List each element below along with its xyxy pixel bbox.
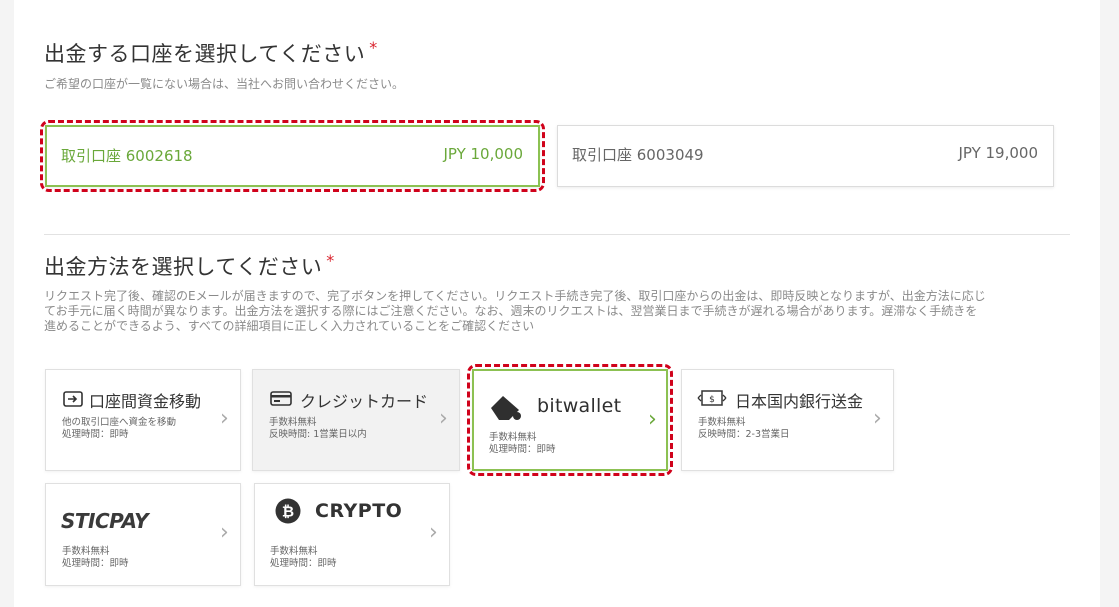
method-meta: 他の取引口座へ資金を移動 処理時間：即時 [62, 417, 176, 441]
method-card-transfer[interactable]: 口座間資金移動 他の取引口座へ資金を移動 処理時間：即時 › [45, 369, 241, 471]
svg-text:₿: ₿ [282, 503, 294, 521]
method-title: CRYPTO [315, 500, 403, 522]
account-name: 取引口座 6003049 [572, 146, 704, 164]
method-meta-line: 手数料無料 [270, 546, 318, 557]
method-meta: 手数料無料 反映時間：2-3営業日 [698, 417, 790, 441]
method-card-sticpay[interactable]: STICPAY 手数料無料 処理時間：即時 › [45, 483, 241, 586]
chevron-right-icon: › [429, 520, 438, 545]
account-balance: JPY 19,000 [958, 144, 1038, 162]
account-balance: JPY 10,000 [443, 145, 523, 163]
account-title-text: 出金する口座を選択してください [44, 42, 366, 66]
method-meta: 手数料無料 反映時間: 1営業日以内 [269, 417, 367, 441]
withdrawal-panel: 出金する口座を選択してください * ご希望の口座が一覧にない場合は、当社へお問い合… [14, 0, 1100, 607]
method-meta-line: 処理時間：即時 [270, 558, 337, 569]
method-section-description: リクエスト完了後、確認のEメールが届きますので、完了ボタンを押してください。リク… [44, 289, 1074, 334]
account-name: 取引口座 6002618 [61, 147, 193, 165]
method-meta-line: 他の取引口座へ資金を移動 [62, 417, 177, 428]
account-option-6003049[interactable]: 取引口座 6003049 JPY 19,000 [557, 125, 1054, 187]
description-line: てお手元に届く時間が異なります。出金方法を選択する際にはご注意ください。なお、週… [44, 304, 978, 318]
method-card-bank-transfer[interactable]: $ 日本国内銀行送金 手数料無料 反映時間：2-3営業日 › [681, 369, 894, 471]
required-mark: * [369, 38, 378, 57]
section-divider [44, 234, 1070, 235]
method-meta-line: 処理時間：即時 [62, 429, 129, 440]
chevron-right-icon: › [220, 406, 229, 431]
method-meta-line: 手数料無料 [62, 546, 110, 557]
description-line: リクエスト完了後、確認のEメールが届きますので、完了ボタンを押してください。リク… [44, 289, 986, 303]
svg-text:$: $ [709, 395, 715, 405]
chevron-right-icon: › [220, 520, 229, 545]
method-title: 口座間資金移動 [89, 392, 202, 411]
bitwallet-logo-icon [491, 396, 521, 420]
account-section-title: 出金する口座を選択してください * [44, 38, 378, 68]
credit-card-icon [270, 391, 292, 406]
description-line: 進めることができるよう、すべての詳細項目に正しく入力されていることをご確認くださ… [44, 319, 535, 333]
required-mark: * [326, 251, 335, 270]
method-meta-line: 反映時間: 1営業日以内 [269, 429, 367, 440]
method-meta: 手数料無料 処理時間：即時 [62, 546, 129, 570]
account-option-6002618[interactable]: 取引口座 6002618 JPY 10,000 [45, 125, 540, 187]
method-meta: 手数料無料 処理時間：即時 [270, 546, 337, 570]
chevron-right-icon: › [648, 407, 657, 432]
method-meta: 手数料無料 処理時間：即時 [489, 432, 556, 456]
method-title: クレジットカード [300, 392, 429, 411]
method-card-bitwallet[interactable]: bitwallet 手数料無料 処理時間：即時 › [472, 369, 668, 471]
method-card-credit-card[interactable]: クレジットカード 手数料無料 反映時間: 1営業日以内 › [252, 369, 460, 471]
method-meta-line: 手数料無料 [489, 432, 537, 443]
chevron-right-icon: › [873, 406, 882, 431]
banknote-icon: $ [697, 390, 727, 406]
method-card-crypto[interactable]: ₿ CRYPTO 手数料無料 処理時間：即時 › [254, 483, 450, 586]
method-meta-line: 処理時間：即時 [62, 558, 129, 569]
sticpay-logo: STICPAY [61, 509, 149, 533]
method-meta-line: 手数料無料 [698, 417, 746, 428]
chevron-right-icon: › [439, 406, 448, 431]
account-section-subtitle: ご希望の口座が一覧にない場合は、当社へお問い合わせください。 [44, 77, 405, 91]
method-meta-line: 処理時間：即時 [489, 444, 556, 455]
method-meta-line: 反映時間：2-3営業日 [698, 429, 790, 440]
method-title: 日本国内銀行送金 [735, 392, 864, 411]
transfer-icon [63, 391, 83, 407]
method-section-title: 出金方法を選択してください * [44, 251, 335, 281]
method-meta-line: 手数料無料 [269, 417, 317, 428]
bitcoin-icon: ₿ [275, 498, 301, 524]
method-title: bitwallet [537, 395, 622, 417]
method-title-text: 出金方法を選択してください [44, 255, 323, 279]
